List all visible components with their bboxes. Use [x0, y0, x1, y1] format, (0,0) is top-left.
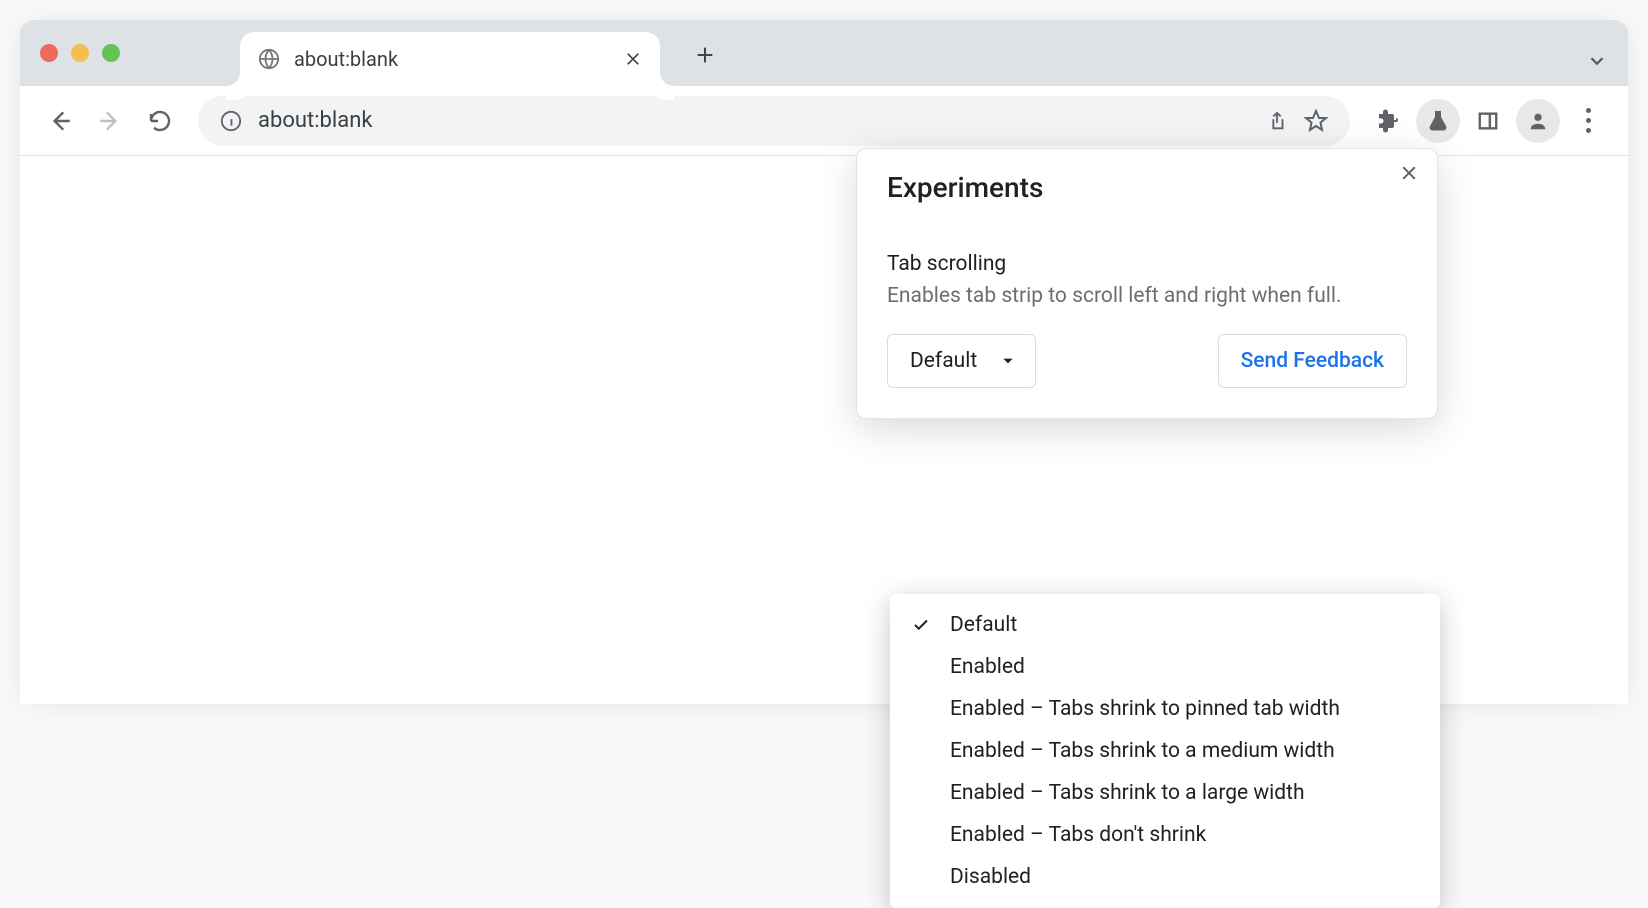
new-tab-button[interactable] — [680, 30, 730, 80]
dropdown-option[interactable]: Enabled — [890, 646, 1440, 688]
experiment-title: Tab scrolling — [887, 252, 1407, 276]
dropdown-option[interactable]: Enabled – Tabs shrink to pinned tab widt… — [890, 688, 1440, 730]
minimize-window-button[interactable] — [71, 44, 89, 62]
close-tab-icon[interactable] — [624, 50, 642, 68]
extensions-icon[interactable] — [1366, 99, 1410, 143]
dropdown-option-label: Disabled — [950, 865, 1031, 889]
url-input[interactable] — [258, 108, 1250, 133]
menu-button[interactable] — [1566, 99, 1610, 143]
dropdown-option-label: Enabled – Tabs shrink to pinned tab widt… — [950, 697, 1340, 721]
back-button[interactable] — [38, 99, 82, 143]
tab-title: about:blank — [294, 47, 610, 71]
dropdown-option-label: Default — [950, 613, 1017, 637]
caret-down-icon — [1001, 354, 1015, 368]
forward-button[interactable] — [88, 99, 132, 143]
dropdown-option-label: Enabled – Tabs shrink to a medium width — [950, 739, 1335, 763]
toolbar-right — [1366, 99, 1610, 143]
address-bar[interactable] — [198, 96, 1350, 146]
experiment-description: Enables tab strip to scroll left and rig… — [887, 284, 1407, 308]
close-icon[interactable] — [1399, 163, 1419, 183]
dropdown-option[interactable]: Default — [890, 604, 1440, 646]
tabs-dropdown-button[interactable] — [1586, 50, 1608, 72]
dropdown-option[interactable]: Disabled — [890, 856, 1440, 898]
toolbar — [20, 86, 1628, 156]
close-window-button[interactable] — [40, 44, 58, 62]
dropdown-option-label: Enabled – Tabs don't shrink — [950, 823, 1206, 847]
globe-icon — [258, 48, 280, 70]
side-panel-icon[interactable] — [1466, 99, 1510, 143]
send-feedback-button[interactable]: Send Feedback — [1218, 334, 1407, 388]
popover-heading: Experiments — [887, 171, 1407, 204]
dropdown-option-label: Enabled – Tabs shrink to a large width — [950, 781, 1305, 805]
bookmark-icon[interactable] — [1304, 109, 1328, 133]
info-icon[interactable] — [220, 110, 242, 132]
dropdown-option[interactable]: Enabled – Tabs shrink to a large width — [890, 772, 1440, 814]
dropdown-option[interactable]: Enabled – Tabs shrink to a medium width — [890, 730, 1440, 772]
check-icon — [910, 616, 932, 634]
experiments-icon[interactable] — [1416, 99, 1460, 143]
experiments-popover: Experiments Tab scrolling Enables tab st… — [856, 148, 1438, 419]
reload-button[interactable] — [138, 99, 182, 143]
tab-strip: about:blank — [20, 20, 1628, 86]
profile-icon[interactable] — [1516, 99, 1560, 143]
experiment-select[interactable]: Default — [887, 334, 1036, 388]
browser-tab[interactable]: about:blank — [240, 32, 660, 86]
dropdown-option-label: Enabled — [950, 655, 1025, 679]
experiment-dropdown: Default Enabled Enabled – Tabs shrink to p… — [890, 594, 1440, 908]
share-icon[interactable] — [1266, 110, 1288, 132]
page-content: Experiments Tab scrolling Enables tab st… — [20, 156, 1628, 704]
dropdown-option[interactable]: Enabled – Tabs don't shrink — [890, 814, 1440, 856]
maximize-window-button[interactable] — [102, 44, 120, 62]
experiment-select-value: Default — [910, 349, 977, 373]
window-controls — [40, 44, 120, 62]
browser-window: about:blank — [20, 20, 1628, 700]
